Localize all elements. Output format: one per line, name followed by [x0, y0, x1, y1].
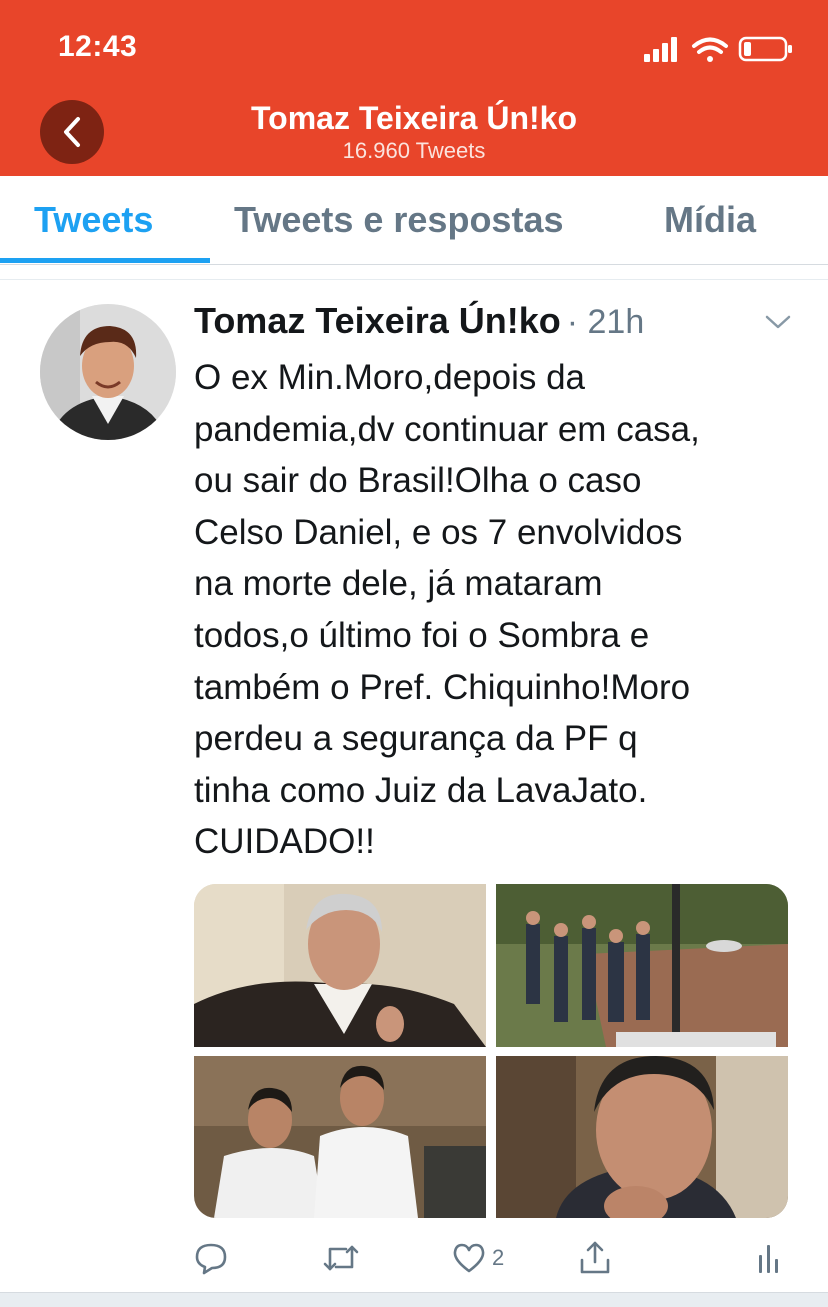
profile-name: Tomaz Teixeira Ún!ko	[251, 100, 577, 136]
status-icons	[644, 34, 794, 66]
media-photo-2[interactable]	[496, 884, 788, 1047]
tab-tweets-replies[interactable]: Tweets e respostas	[234, 176, 563, 264]
analytics-icon	[759, 1245, 778, 1273]
tab-tweets[interactable]: Tweets	[34, 176, 153, 264]
media-photo-4[interactable]	[496, 1056, 788, 1218]
share-icon	[580, 1241, 610, 1274]
analytics-button[interactable]	[756, 1240, 782, 1276]
signal-icon	[644, 37, 677, 62]
heart-icon	[453, 1243, 485, 1273]
avatar[interactable]	[40, 304, 176, 440]
tweet-count: 16.960 Tweets	[342, 138, 486, 163]
tweet-media-grid[interactable]	[194, 884, 788, 1218]
profile-tabs: Tweets Tweets e respostas Mídia	[0, 176, 828, 265]
reply-button[interactable]	[194, 1240, 228, 1276]
like-count: 2	[492, 1245, 505, 1270]
tweet-time[interactable]: · 21h	[567, 303, 645, 341]
wifi-icon	[692, 37, 728, 62]
retweet-icon	[323, 1245, 359, 1271]
reply-icon	[195, 1243, 227, 1275]
author-name[interactable]: Tomaz Teixeira Ún!ko	[194, 300, 561, 341]
tweet-header: Tomaz Teixeira Ún!ko · 21h	[194, 300, 644, 346]
profile-header: 12:43 Tomaz Teixeira Ún!ko 16.960 Tweets	[0, 0, 828, 176]
divider	[0, 265, 828, 280]
tab-media[interactable]: Mídia	[664, 176, 756, 264]
battery-icon	[738, 36, 792, 62]
like-button[interactable]: 2	[452, 1240, 504, 1276]
active-tab-indicator	[0, 258, 210, 263]
status-time: 12:43	[58, 30, 138, 63]
share-button[interactable]	[578, 1240, 612, 1276]
tweet-text: O ex Min.Moro,depois da pandemia,dv cont…	[194, 358, 700, 862]
retweet-button[interactable]	[322, 1240, 360, 1276]
media-photo-3[interactable]	[194, 1056, 486, 1218]
tweet-actions: 2	[0, 1226, 828, 1290]
media-photo-1[interactable]	[194, 884, 486, 1047]
tweet-menu-button[interactable]	[764, 312, 792, 337]
feed-divider	[0, 1292, 828, 1307]
caret-down-icon	[765, 315, 791, 329]
